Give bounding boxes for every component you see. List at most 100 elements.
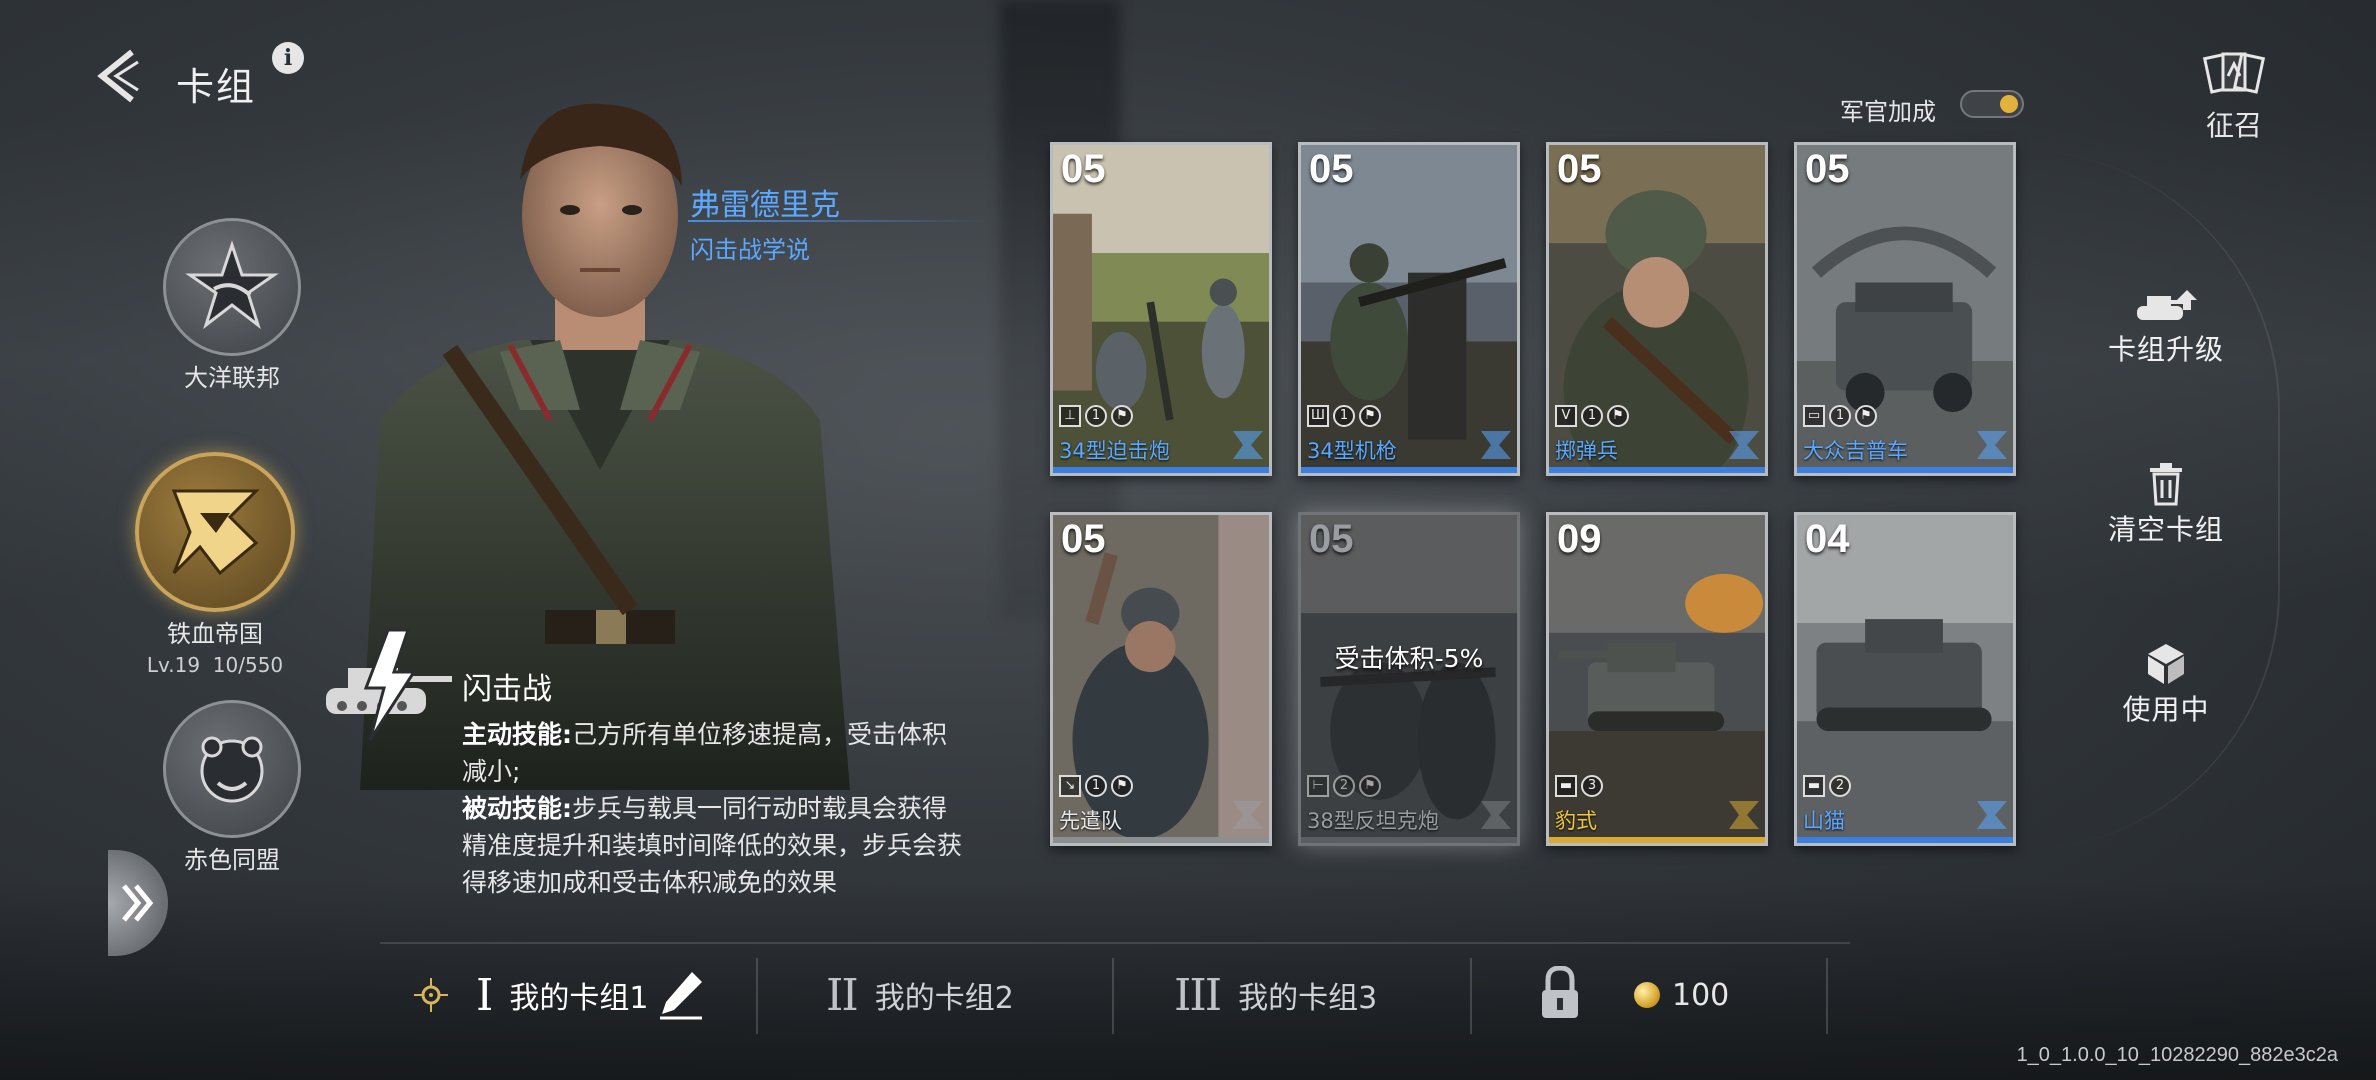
card-cost: 05 [1557,147,1602,191]
grenadier-icon: V [1555,405,1577,427]
card-count: 1 [1333,405,1355,427]
flag-icon: ⚑ [1111,775,1133,797]
deck-tab-numeral: I [476,969,493,1021]
trash-icon [2150,463,2182,506]
card-cost: 05 [1309,517,1354,561]
commander-name: 弗雷德里克 [690,188,840,223]
tab-separator [1112,958,1114,1034]
unit-card[interactable]: 04 ▬ 2 山猫 [1794,512,2016,846]
active-skill-label: 主动技能: [462,720,572,749]
deck-upgrade-label: 卡组升级 [2107,333,2224,366]
unit-card[interactable]: 05 ▭ 1 ⚑ 大众吉普车 [1794,142,2016,476]
unlock-cost: 100 [1672,978,1730,1013]
bear-emblem-icon [163,700,301,838]
faction-ocean-federation[interactable]: 大洋联邦 [162,218,302,393]
version-string: 1_0_1.0.0_10_10282290_882e3c2a [2016,1044,2338,1066]
eagle-corner-icon [1977,431,2007,459]
tab-separator [756,958,758,1034]
faction-name: 大洋联邦 [184,364,280,392]
clear-deck-label: 清空卡组 [2107,513,2224,546]
card-cost: 05 [1805,147,1850,191]
card-cost: 05 [1061,517,1106,561]
unit-card[interactable]: 05 V 1 ⚑ 掷弹兵 [1546,142,1768,476]
in-use-label: 使用中 [2122,693,2210,726]
recruit-button[interactable]: 征召 [2198,50,2270,144]
eagle-corner-icon [1233,801,1263,829]
rarity-bar [1797,837,2013,843]
toggle-knob [2000,95,2018,113]
officer-bonus-toggle[interactable] [1960,90,2024,118]
card-tags: V 1 ⚑ [1555,405,1629,427]
card-tags: ⊢ 2 ⚑ [1307,775,1381,797]
unit-card[interactable]: 05 ↘ 1 ⚑ 先遣队 [1050,512,1272,846]
eagle-corner-icon [1729,431,1759,459]
card-buff-text: 受击体积-5% [1334,644,1484,673]
star-eagle-icon [163,218,301,356]
faction-name: 铁血帝国 [167,620,263,648]
deck-tab-label: 我的卡组1 [509,981,649,1016]
card-tags: ⊥ 1 ⚑ [1059,405,1133,427]
card-tags: ▬ 3 [1555,775,1603,797]
back-button[interactable] [88,46,148,106]
deck-tab-2[interactable]: II 我的卡组2 [826,960,1014,1030]
at-gun-icon: ⊢ [1307,775,1329,797]
card-count: 2 [1333,775,1355,797]
deck-tab-numeral: II [826,969,859,1021]
card-name: 山猫 [1803,809,1845,833]
faction-iron-empire[interactable]: 铁血帝国 Lv.19 10/550 [130,452,300,677]
rarity-bar [1797,467,2013,473]
cube-icon [2148,644,2184,684]
tank-icon: ▬ [1803,775,1825,797]
card-tags: ▭ 1 ⚑ [1803,405,1877,427]
machinegun-icon: Ш [1307,405,1329,427]
tank-upgrade-icon [2137,290,2197,320]
unit-card-disabled[interactable]: 05 受击体积-5% ⊢ 2 ⚑ 38型反坦克炮 [1298,512,1520,846]
card-count: 1 [1085,775,1107,797]
card-name: 38型反坦克炮 [1307,809,1439,833]
in-use-button[interactable]: 使用中 [2086,642,2246,728]
faction-name: 赤色同盟 [184,846,280,874]
skill-title: 闪击战 [462,672,552,707]
unit-card[interactable]: 05 ⊥ 1 ⚑ 34型迫击炮 [1050,142,1272,476]
card-name: 先遣队 [1059,809,1122,833]
flag-icon: ⚑ [1359,775,1381,797]
back-arrow-icon [97,49,139,103]
tab-separator [1470,958,1472,1034]
card-count: 2 [1829,775,1851,797]
info-icon[interactable]: i [272,42,304,74]
card-tags: Ш 1 ⚑ [1307,405,1381,427]
skill-description: 主动技能:己方所有单位移速提高，受击体积减小; 被动技能:步兵与载具一同行动时载… [462,716,962,901]
card-name: 大众吉普车 [1803,439,1908,463]
officer-bonus-label: 军官加成 [1840,98,1936,126]
card-name: 掷弹兵 [1555,439,1618,463]
rarity-bar [1549,467,1765,473]
rarity-bar [1301,467,1517,473]
deck-tab-3[interactable]: III 我的卡组3 [1174,960,1377,1030]
page-title: 卡组 [176,65,257,109]
card-count: 3 [1581,775,1603,797]
unit-card[interactable]: 05 Ш 1 ⚑ 34型机枪 [1298,142,1520,476]
edit-pen-icon[interactable] [658,970,704,1020]
rarity-bar [1549,837,1765,843]
flag-icon: ⚑ [1855,405,1877,427]
card-tags: ↘ 1 ⚑ [1059,775,1133,797]
deck-tab-1[interactable]: I 我的卡组1 [476,960,704,1030]
card-cost: 04 [1805,517,1850,561]
double-chevron-right-icon [122,884,154,922]
card-name: 34型机枪 [1307,439,1397,463]
flag-icon: ⚑ [1607,405,1629,427]
gold-coin-icon [1634,982,1660,1008]
eagle-corner-icon [1233,431,1263,459]
faction-level: Lv.19 10/550 [146,653,284,677]
unit-card[interactable]: 09 ▬ 3 豹式 [1546,512,1768,846]
eagle-corner-icon [1977,801,2007,829]
clear-deck-button[interactable]: 清空卡组 [2086,462,2246,548]
mortar-icon: ⊥ [1059,405,1081,427]
card-count: 1 [1829,405,1851,427]
recruit-label: 征召 [2205,109,2262,142]
deck-upgrade-button[interactable]: 卡组升级 [2086,286,2246,368]
lock-icon[interactable] [1540,966,1580,1020]
card-cost: 05 [1061,147,1106,191]
deck-tab-numeral: III [1174,969,1222,1021]
faction-red-alliance[interactable]: 赤色同盟 [162,700,302,875]
